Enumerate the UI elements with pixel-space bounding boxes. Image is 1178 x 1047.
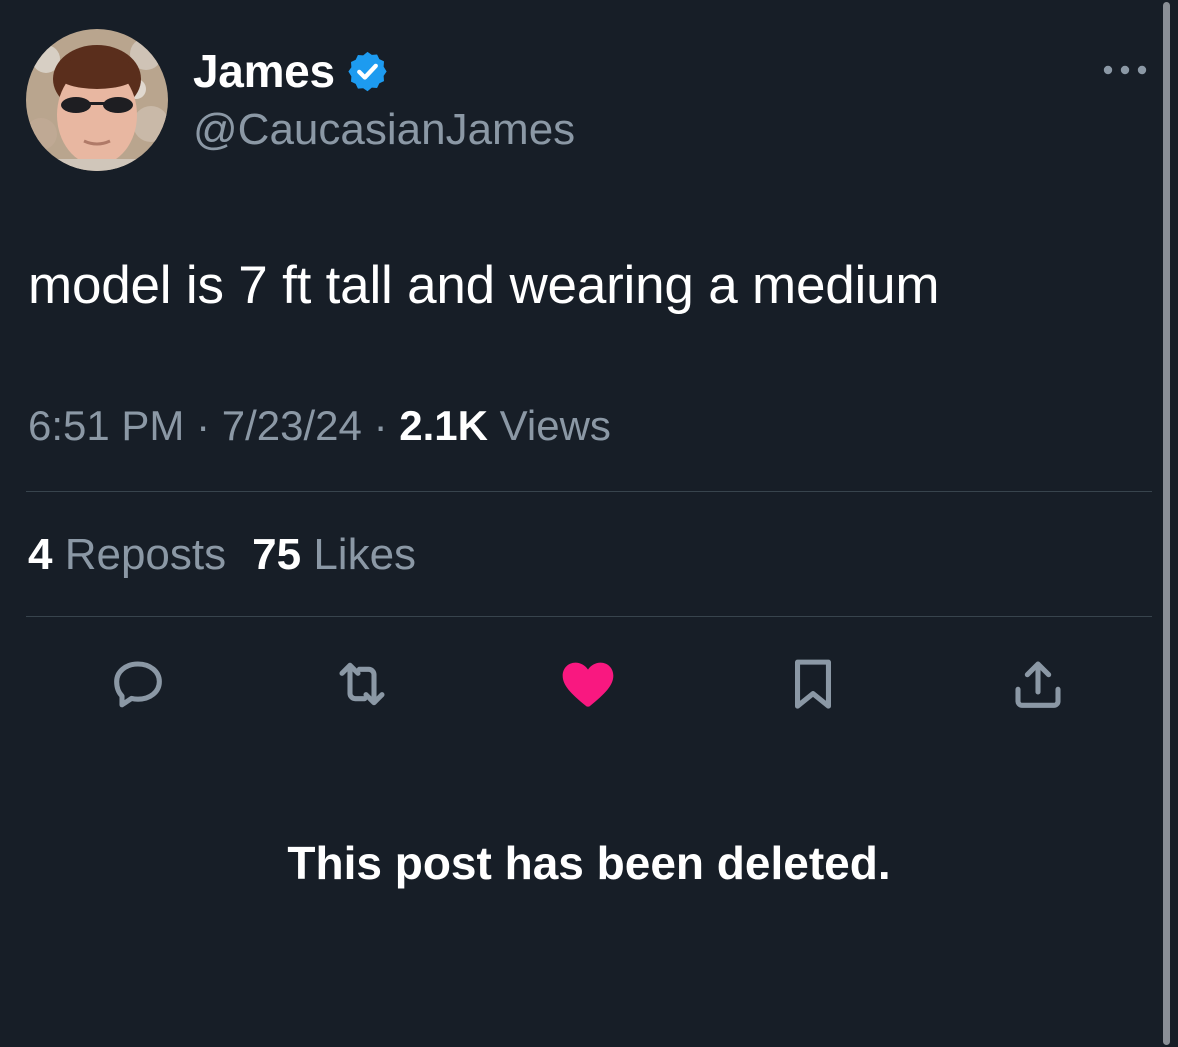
verified-badge-icon[interactable] bbox=[345, 49, 390, 94]
meta-separator: · bbox=[373, 402, 388, 449]
post-date[interactable]: 7/23/24 bbox=[222, 402, 362, 449]
reposts-stat[interactable]: 4 Reposts bbox=[28, 530, 226, 579]
deleted-notice: This post has been deleted. bbox=[287, 837, 891, 889]
more-options-icon[interactable] bbox=[1102, 60, 1148, 80]
likes-count: 75 bbox=[252, 530, 302, 579]
engagement-stats: 4 Reposts 75 Likes bbox=[28, 530, 416, 580]
bookmark-icon[interactable] bbox=[781, 652, 845, 716]
post-meta: 6:51 PM · 7/23/24 · 2.1K Views bbox=[28, 402, 611, 450]
reposts-count: 4 bbox=[28, 530, 53, 579]
post-text: model is 7 ft tall and wearing a medium bbox=[28, 256, 940, 315]
avatar[interactable] bbox=[26, 29, 168, 171]
user-handle[interactable]: @CaucasianJames bbox=[193, 105, 575, 155]
like-icon[interactable] bbox=[556, 652, 620, 716]
post-time[interactable]: 6:51 PM bbox=[28, 402, 184, 449]
reply-icon[interactable] bbox=[106, 652, 170, 716]
divider bbox=[26, 491, 1152, 492]
views-label: Views bbox=[499, 402, 611, 449]
divider bbox=[26, 616, 1152, 617]
share-icon[interactable] bbox=[1006, 652, 1070, 716]
display-name[interactable]: James bbox=[193, 44, 335, 98]
likes-stat[interactable]: 75 Likes bbox=[252, 530, 416, 579]
likes-label: Likes bbox=[313, 530, 417, 579]
reposts-label: Reposts bbox=[64, 530, 227, 579]
repost-icon[interactable] bbox=[330, 652, 394, 716]
views-count: 2.1K bbox=[399, 402, 488, 449]
meta-separator: · bbox=[196, 402, 211, 449]
